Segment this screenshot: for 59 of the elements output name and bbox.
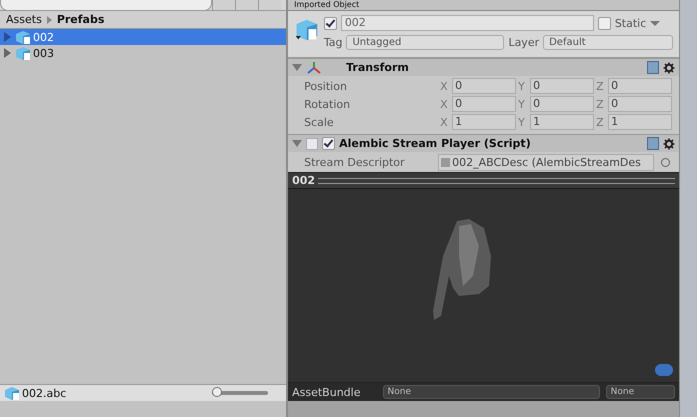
number-field[interactable]: 1 — [452, 114, 516, 130]
axis-label: Y — [518, 98, 526, 110]
breadcrumb-item[interactable]: Assets — [6, 13, 42, 26]
field-label: Stream Descriptor — [304, 156, 406, 168]
axis-label: Y — [518, 116, 526, 128]
tag-label: Tag — [324, 36, 342, 48]
assetbundle-label: AssetBundle — [292, 386, 362, 398]
axis-label: X — [440, 98, 449, 110]
scrollbar[interactable] — [679, 0, 697, 417]
object-field[interactable]: 002_ABCDesc (AlembicStreamDes — [438, 154, 654, 170]
object-picker-icon[interactable] — [661, 158, 670, 166]
star-button[interactable] — [258, 0, 281, 10]
inspector-header: Imported Object — [288, 0, 680, 11]
component-title: Alembic Stream Player (Script) — [339, 137, 532, 150]
field-label: Scale — [304, 116, 335, 128]
axis-label: X — [440, 116, 449, 128]
dropdown-icon[interactable] — [650, 20, 660, 26]
filter-button[interactable] — [212, 0, 235, 10]
settings-icon[interactable] — [663, 62, 676, 74]
asset-row[interactable]: 002 — [0, 29, 286, 45]
layer-label: Layer — [508, 36, 540, 48]
number-field[interactable]: 0 — [530, 78, 594, 94]
name-field[interactable]: 002 — [340, 15, 594, 31]
breadcrumb-item[interactable]: Prefabs — [56, 13, 104, 26]
number-field[interactable]: 0 — [608, 96, 672, 112]
cube-icon — [15, 46, 31, 60]
field-label: Rotation — [304, 98, 352, 110]
settings-icon[interactable] — [663, 138, 676, 150]
expand-arrow-icon[interactable] — [292, 64, 302, 71]
axes-icon — [306, 60, 322, 74]
axis-label: X — [440, 80, 449, 92]
number-field[interactable]: 1 — [530, 114, 594, 130]
cube-icon — [4, 386, 20, 400]
number-field[interactable]: 0 — [452, 96, 516, 112]
label-button[interactable] — [235, 0, 258, 10]
asset-row[interactable]: 003 — [0, 45, 286, 61]
axis-label: Z — [596, 80, 605, 92]
number-field[interactable]: 0 — [530, 96, 594, 112]
static-checkbox[interactable] — [598, 16, 611, 30]
enabled-checkbox[interactable] — [322, 137, 336, 150]
static-label: Static — [614, 16, 646, 30]
preview-title: 002 — [292, 174, 316, 187]
number-field[interactable]: 0 — [608, 78, 672, 94]
file-name: 002.abc — [22, 386, 68, 400]
cube-icon — [15, 30, 31, 44]
number-field[interactable]: 1 — [608, 114, 672, 130]
axis-label: Z — [596, 116, 605, 128]
axis-label: Z — [596, 98, 605, 110]
number-field[interactable]: 0 — [452, 78, 516, 94]
slider-thumb[interactable] — [212, 387, 222, 397]
tag-dropdown[interactable]: Untagged — [346, 34, 504, 50]
chevron-icon — [46, 16, 52, 24]
variant-dropdown[interactable]: None — [606, 385, 676, 399]
field-label: Position — [304, 80, 348, 92]
assetbundle-dropdown[interactable]: None — [382, 385, 600, 399]
layer-dropdown[interactable]: Default — [543, 34, 674, 50]
component-title: Transform — [346, 61, 410, 74]
axis-label: Y — [518, 80, 526, 92]
active-checkbox[interactable] — [324, 16, 337, 30]
